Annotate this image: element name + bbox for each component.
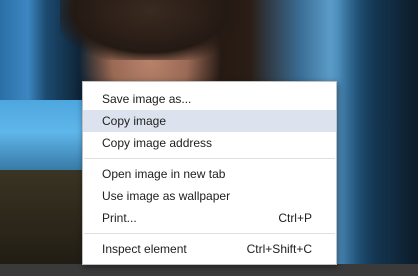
menu-item-use-image-as-wallpaper[interactable]: Use image as wallpaper [83,185,336,207]
context-menu: Save image as... Copy image Copy image a… [82,81,337,265]
menu-item-open-image-in-new-tab[interactable]: Open image in new tab [83,163,336,185]
menu-item-label: Print... [102,211,137,225]
menu-item-inspect-element[interactable]: Inspect element Ctrl+Shift+C [83,238,336,260]
menu-item-label: Save image as... [102,92,192,106]
screen: Save image as... Copy image Copy image a… [0,0,418,276]
menu-separator [84,233,335,234]
background-window [0,100,90,180]
menu-item-shortcut: Ctrl+P [278,211,312,225]
menu-item-label: Copy image [102,114,167,128]
menu-item-label: Copy image address [102,136,213,150]
menu-separator [84,158,335,159]
menu-item-copy-image[interactable]: Copy image [83,110,336,132]
bottom-bar [0,264,418,276]
menu-item-label: Use image as wallpaper [102,189,231,203]
background-right-shade [338,0,418,276]
menu-item-copy-image-address[interactable]: Copy image address [83,132,336,154]
menu-item-print[interactable]: Print... Ctrl+P [83,207,336,229]
background-hair [60,0,240,60]
menu-item-save-image-as[interactable]: Save image as... [83,88,336,110]
menu-item-label: Inspect element [102,242,187,256]
menu-item-label: Open image in new tab [102,167,226,181]
menu-item-shortcut: Ctrl+Shift+C [246,242,312,256]
